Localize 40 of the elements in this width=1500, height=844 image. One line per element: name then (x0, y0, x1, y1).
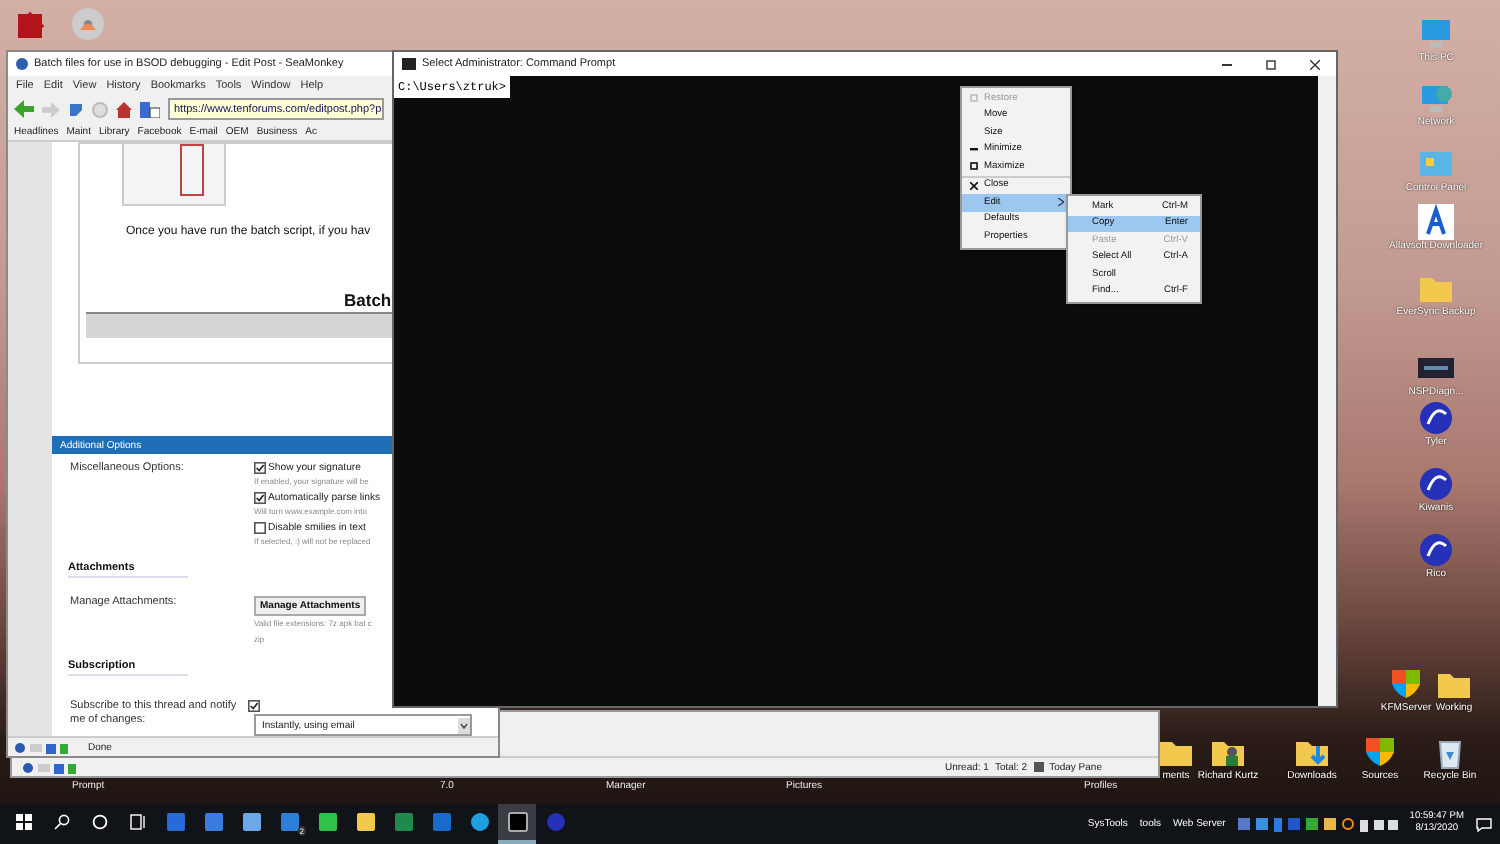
close-icon (970, 181, 978, 190)
taskbar-app[interactable] (498, 804, 536, 844)
four-color-shield-icon (1388, 666, 1424, 702)
restore-icon (970, 94, 978, 103)
console-icon (402, 58, 416, 70)
puzzle-icon (12, 8, 48, 44)
checkbox[interactable] (254, 462, 266, 474)
minimize-icon (1221, 63, 1231, 65)
checkbox[interactable] (254, 522, 266, 534)
control-panel-icon (1418, 146, 1454, 182)
four-color-shield-icon (1362, 734, 1398, 770)
caret-icon (458, 717, 470, 733)
scrollbar[interactable] (1318, 76, 1336, 706)
checkbox[interactable] (254, 492, 266, 504)
status-icons-drawing (22, 761, 78, 773)
folder-app-icon (355, 812, 375, 832)
edge-app-icon (469, 812, 489, 832)
calendar-icon (1033, 762, 1044, 772)
circle-icon (91, 814, 107, 830)
minimize-icon (970, 147, 978, 152)
preview-heading: Batch (344, 290, 394, 310)
back-arrow-icon[interactable] (14, 100, 34, 118)
home-icon[interactable] (116, 101, 132, 117)
checkbox[interactable] (248, 700, 260, 712)
task-view-icon (129, 814, 145, 830)
windows-logo-icon (15, 814, 31, 830)
disc-icon (70, 6, 106, 42)
letter-a-icon (1418, 204, 1454, 240)
notification-icon[interactable] (1476, 817, 1492, 831)
globe-icon (16, 58, 28, 70)
search-icon (53, 814, 69, 830)
swirl-globe-icon (1418, 532, 1454, 568)
console-app-icon (507, 812, 527, 832)
swirl-globe-icon (1418, 466, 1454, 502)
computer-icon (1418, 16, 1454, 52)
maximize-icon (970, 162, 978, 171)
network-icon (1418, 80, 1454, 116)
maximize-icon (1265, 59, 1275, 69)
swirl-globe-icon (1418, 400, 1454, 436)
close-icon (1309, 59, 1319, 69)
